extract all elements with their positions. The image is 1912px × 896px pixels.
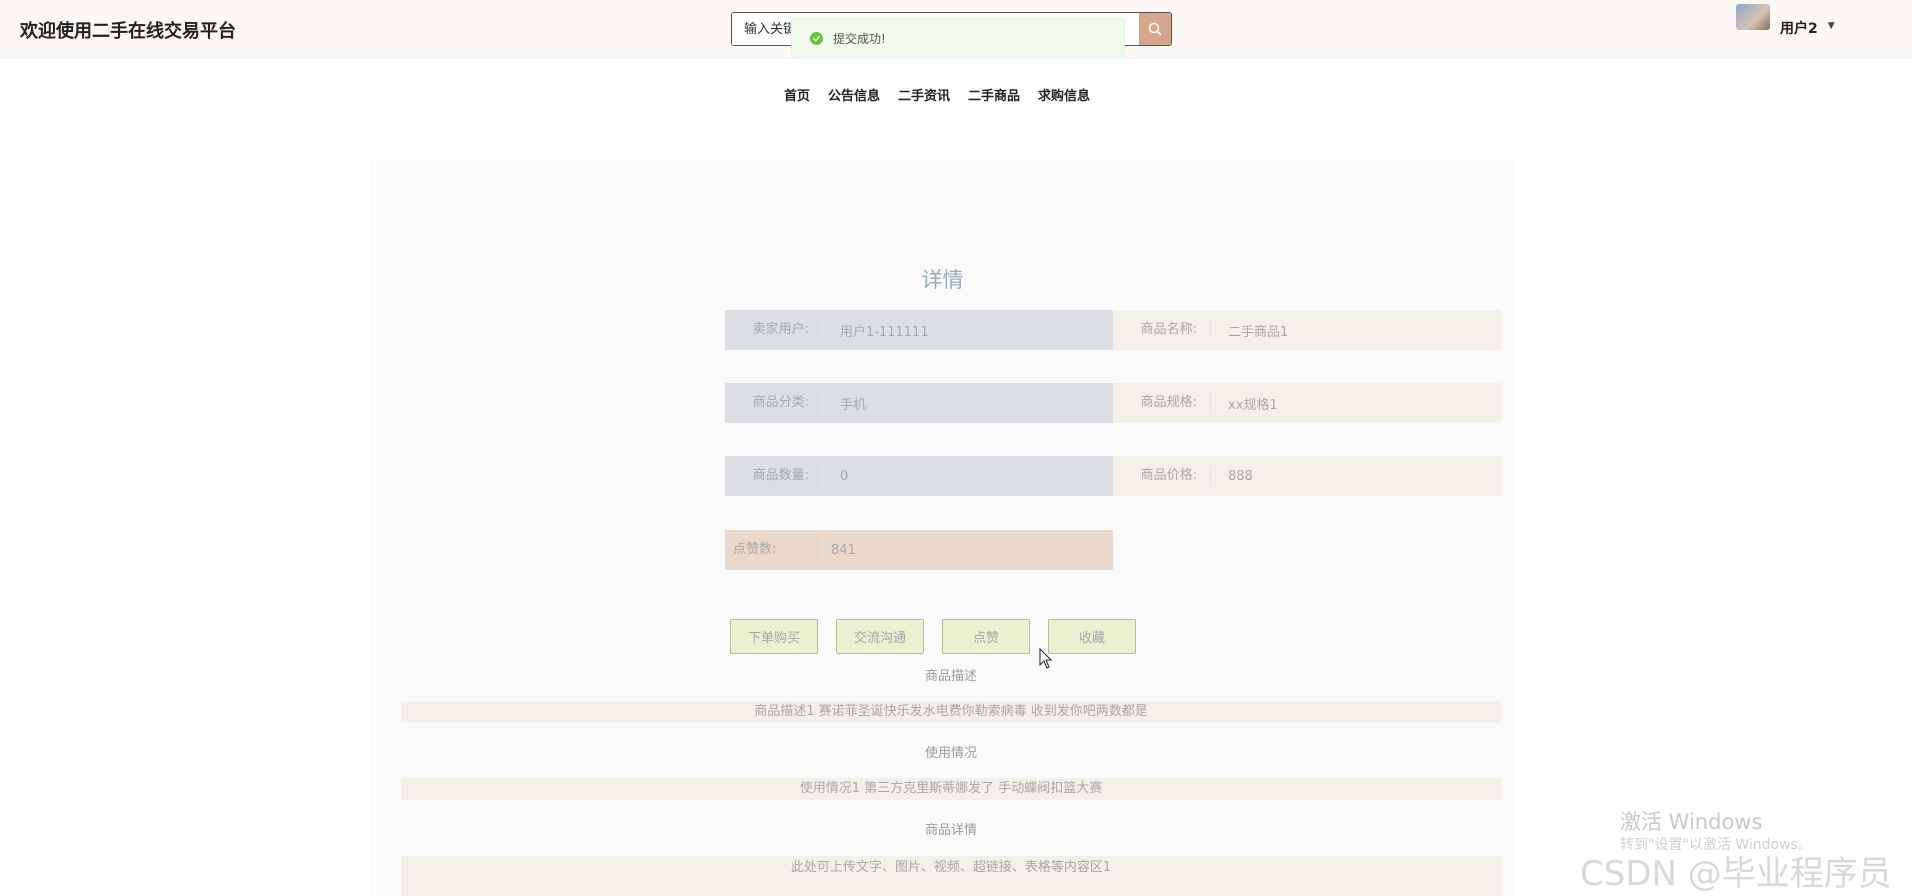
price-label: 商品价格: (1113, 465, 1211, 487)
likes-field: 点赞数: 841 (725, 530, 1113, 570)
toast-message: 提交成功! (833, 31, 886, 46)
category-label: 商品分类: (725, 392, 823, 414)
main-nav: 首页 公告信息 二手资讯 二手商品 求购信息 (0, 82, 1912, 107)
chat-button[interactable]: 交流沟通 (836, 619, 924, 654)
csdn-watermark: CSDN @毕业程序员 (1580, 854, 1892, 894)
avatar[interactable] (1736, 4, 1770, 30)
seller-field: 卖家用户: 用户1-111111 (725, 310, 1113, 350)
spec-value: xx规格1 (1228, 397, 1278, 413)
search-button[interactable] (1139, 13, 1171, 45)
success-toast: 提交成功! (791, 18, 1125, 58)
mouse-cursor-icon (1039, 648, 1053, 669)
usage-body: 使用情况1 第三方克里斯蒂娜发了 手动蝶阀扣篮大赛 (401, 778, 1501, 800)
favorite-button[interactable]: 收藏 (1048, 619, 1136, 654)
likes-value: 841 (831, 542, 856, 558)
nav-wanted[interactable]: 求购信息 (1038, 82, 1090, 107)
usage-title: 使用情况 (924, 746, 977, 761)
quantity-value: 0 (840, 468, 849, 484)
action-buttons: 下单购买 交流沟通 点赞 收藏 (730, 619, 1136, 654)
page-title: 详情 (921, 268, 964, 292)
nav-news[interactable]: 二手资讯 (898, 82, 950, 107)
quantity-label: 商品数量: (725, 465, 823, 487)
caret-down-icon[interactable]: ▼ (1828, 21, 1835, 31)
seller-value: 用户1-111111 (840, 324, 929, 340)
check-circle-icon (810, 31, 823, 45)
user-name[interactable]: 用户2 (1780, 18, 1818, 38)
price-field: 商品价格: 888 (1113, 456, 1501, 496)
nav-home[interactable]: 首页 (784, 82, 810, 107)
category-field: 商品分类: 手机 (725, 383, 1113, 423)
nav-products[interactable]: 二手商品 (968, 82, 1020, 107)
category-value: 手机 (840, 397, 867, 413)
spec-label: 商品规格: (1113, 392, 1211, 414)
search-icon (1148, 22, 1162, 36)
user-menu[interactable]: 用户2 ▼ (1736, 4, 1835, 44)
seller-label: 卖家用户: (725, 319, 823, 341)
spec-field: 商品规格: xx规格1 (1113, 383, 1501, 423)
site-title: 欢迎使用二手在线交易平台 (20, 21, 236, 42)
product-name-value: 二手商品1 (1228, 324, 1289, 340)
likes-label: 点赞数: (725, 539, 823, 561)
product-name-label: 商品名称: (1113, 319, 1211, 341)
info-body: 此处可上传文字、图片、视频、超链接、表格等内容区1 (401, 856, 1501, 896)
product-name-field: 商品名称: 二手商品1 (1113, 310, 1501, 350)
description-title: 商品描述 (924, 669, 977, 684)
info-title: 商品详情 (924, 823, 977, 838)
like-button[interactable]: 点赞 (942, 619, 1030, 654)
quantity-field: 商品数量: 0 (725, 456, 1113, 496)
description-body: 商品描述1 赛诺菲圣诞快乐发水电费你勒索病毒 收到发你吧两数都是 (401, 701, 1501, 723)
buy-button[interactable]: 下单购买 (730, 619, 818, 654)
nav-announcements[interactable]: 公告信息 (828, 82, 880, 107)
windows-activate-watermark: 激活 Windows (1620, 810, 1763, 834)
price-value: 888 (1228, 468, 1253, 484)
